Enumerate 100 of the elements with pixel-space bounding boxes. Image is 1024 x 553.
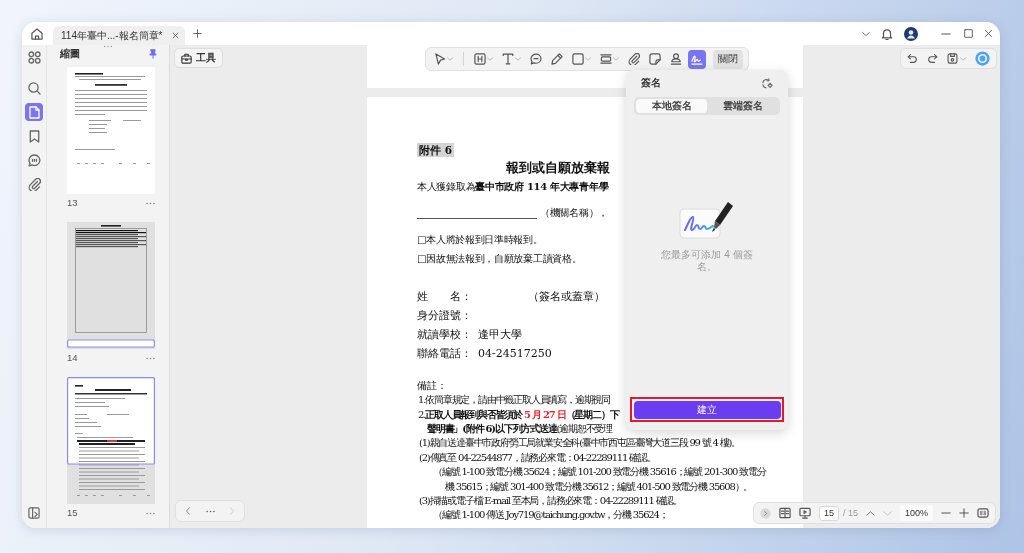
page-thumbnail-drawing[interactable] xyxy=(67,67,155,194)
caret-icon xyxy=(585,56,591,62)
maximize-button[interactable] xyxy=(964,29,973,38)
refresh-tag-icon[interactable] xyxy=(762,77,773,89)
new-tab-button[interactable] xyxy=(192,29,202,38)
grid-icon xyxy=(27,50,41,64)
chevron-down-icon xyxy=(882,508,892,518)
toolbox-icon xyxy=(181,52,192,64)
signature-tool[interactable] xyxy=(688,49,706,69)
note-text: (3)掃描或電子檔 E-mail 至本局，請務必來電：04-22289111 確認。 xyxy=(419,494,682,507)
sidebar-tab[interactable] xyxy=(25,79,43,97)
note-text: （編號 1-100 傳送 Joy719@taichung.gov.tw，分機 35624； xyxy=(433,509,668,522)
signature-tab[interactable]: 雲端簽名 xyxy=(707,99,778,113)
chevron-down-icon xyxy=(862,29,870,38)
save-button[interactable] xyxy=(947,53,966,64)
field-value: 04-24517250 xyxy=(478,346,552,361)
redo-button[interactable] xyxy=(927,53,938,64)
tools-button[interactable]: 工具 xyxy=(174,48,223,68)
save-icon xyxy=(947,53,958,64)
panel-toggle-button[interactable] xyxy=(25,504,43,522)
more-icon[interactable] xyxy=(146,511,155,515)
attachment-label: 附件 6 xyxy=(417,142,454,157)
text-icon xyxy=(502,53,514,65)
note-text: 機 35615；編號 301-400 致電分機 35612；編號 401-500 致電分機 35608）。 xyxy=(445,480,753,493)
document-text: □因故無法報到，自願放棄工讀資格。 xyxy=(417,252,582,265)
sidebar-tab[interactable] xyxy=(25,151,43,169)
page-icon xyxy=(27,105,41,119)
paperclip-icon xyxy=(628,53,640,65)
close-icon xyxy=(984,29,993,38)
chevron-left-icon xyxy=(184,507,192,515)
banner-icon xyxy=(600,53,612,65)
person-stamp-icon xyxy=(670,53,682,65)
empty-message: 您最多可添加 4 個簽名。 xyxy=(660,248,754,274)
drag-handle-icon[interactable] xyxy=(103,45,113,48)
create-button[interactable]: 建立 xyxy=(633,400,781,419)
undo-icon xyxy=(907,53,918,64)
search-icon xyxy=(27,81,41,95)
fit-page-icon xyxy=(977,507,989,519)
note-heading: 備註： xyxy=(417,380,447,392)
redo-icon xyxy=(927,53,938,64)
caret-icon xyxy=(613,56,619,62)
document-tab[interactable]: 114年臺中...-報名簡章* xyxy=(53,26,185,45)
more-icon[interactable] xyxy=(146,201,155,205)
panel-icon xyxy=(28,507,40,519)
undo-button[interactable] xyxy=(907,53,918,64)
close-tool-button[interactable]: 關閉 xyxy=(713,49,743,69)
page-thumbnail-drawing[interactable] xyxy=(67,222,155,349)
signature-tab[interactable]: 本地簽名 xyxy=(636,99,707,113)
sidebar-tab[interactable] xyxy=(25,48,43,66)
previous-page-button[interactable] xyxy=(865,508,875,518)
field-label: 身分證號： xyxy=(417,308,472,323)
paperclip-icon xyxy=(27,177,41,191)
field-label: 姓 名： xyxy=(417,289,472,304)
monitor-icon xyxy=(798,507,811,519)
rectangle-icon xyxy=(572,53,584,65)
signature-icon xyxy=(691,53,703,65)
sticky-note-icon xyxy=(649,53,661,65)
caret-icon xyxy=(487,56,493,62)
note-text: （編號 1-100 致電分機 35624；編號 101-200 致電分機 35616；編號 201-300 致電分 xyxy=(433,466,766,479)
sidebar-tab[interactable] xyxy=(25,103,43,121)
page-number: 13 xyxy=(67,197,78,209)
plus-icon xyxy=(192,29,202,38)
field-label: 聯絡電話： xyxy=(417,346,472,361)
two-page-button[interactable] xyxy=(778,507,791,519)
bookmark-icon xyxy=(27,129,41,143)
page-thumbnail-drawing[interactable] xyxy=(67,377,155,504)
viewport-frame[interactable] xyxy=(67,377,155,465)
close-icon[interactable] xyxy=(171,32,179,39)
page-number: 14 xyxy=(67,352,78,364)
caret-icon xyxy=(515,56,521,62)
pin-icon[interactable] xyxy=(148,49,158,59)
dropdown-button[interactable] xyxy=(862,29,870,38)
caret-icon xyxy=(960,55,966,62)
document-text: 本人獲錄取為臺中市政府 114 年大專青年學 xyxy=(417,180,609,193)
two-page-icon xyxy=(778,507,791,519)
zoom-in-button[interactable] xyxy=(959,508,969,518)
notifications-button[interactable] xyxy=(881,27,893,40)
note-text: 聲明書」(附件 6)以下列方式送達(逾期恕不受理 xyxy=(427,422,613,435)
avatar-icon[interactable] xyxy=(904,26,918,41)
panel-title: 簽名 xyxy=(641,77,661,89)
form-field-icon xyxy=(474,53,486,65)
maximize-icon xyxy=(964,29,973,38)
page-number: 15 xyxy=(67,507,78,519)
note-text: 1.依簡章規定，請由中籤正取人員填寫，逾期視同 xyxy=(418,394,610,407)
more-button[interactable] xyxy=(205,509,215,513)
fit-page-button[interactable] xyxy=(977,507,989,519)
chevron-up-icon xyxy=(865,508,875,518)
presentation-button[interactable] xyxy=(798,507,811,519)
close-button[interactable] xyxy=(984,29,993,38)
tab-title: 114年臺中...-報名簡章* xyxy=(61,29,163,42)
page-input[interactable]: 15 xyxy=(818,505,839,521)
comment-icon xyxy=(27,153,41,167)
home-button[interactable] xyxy=(31,27,43,40)
zoom-level[interactable]: 100% xyxy=(899,505,933,521)
note-text: 2.正取人員報到與否皆須於 5 月 27 日（星期二）下 xyxy=(418,408,619,421)
pointer-icon xyxy=(434,53,446,65)
field-value: （簽名或蓋章） xyxy=(528,289,605,304)
note-text: (1)親自送達臺中市政府勞工局就業安全科(臺中市西屯區臺灣大道三段 99 號 4 樓)。 xyxy=(419,437,740,450)
document-text: □本人將於報到日準時報到。 xyxy=(417,233,543,246)
more-icon[interactable] xyxy=(146,356,155,360)
